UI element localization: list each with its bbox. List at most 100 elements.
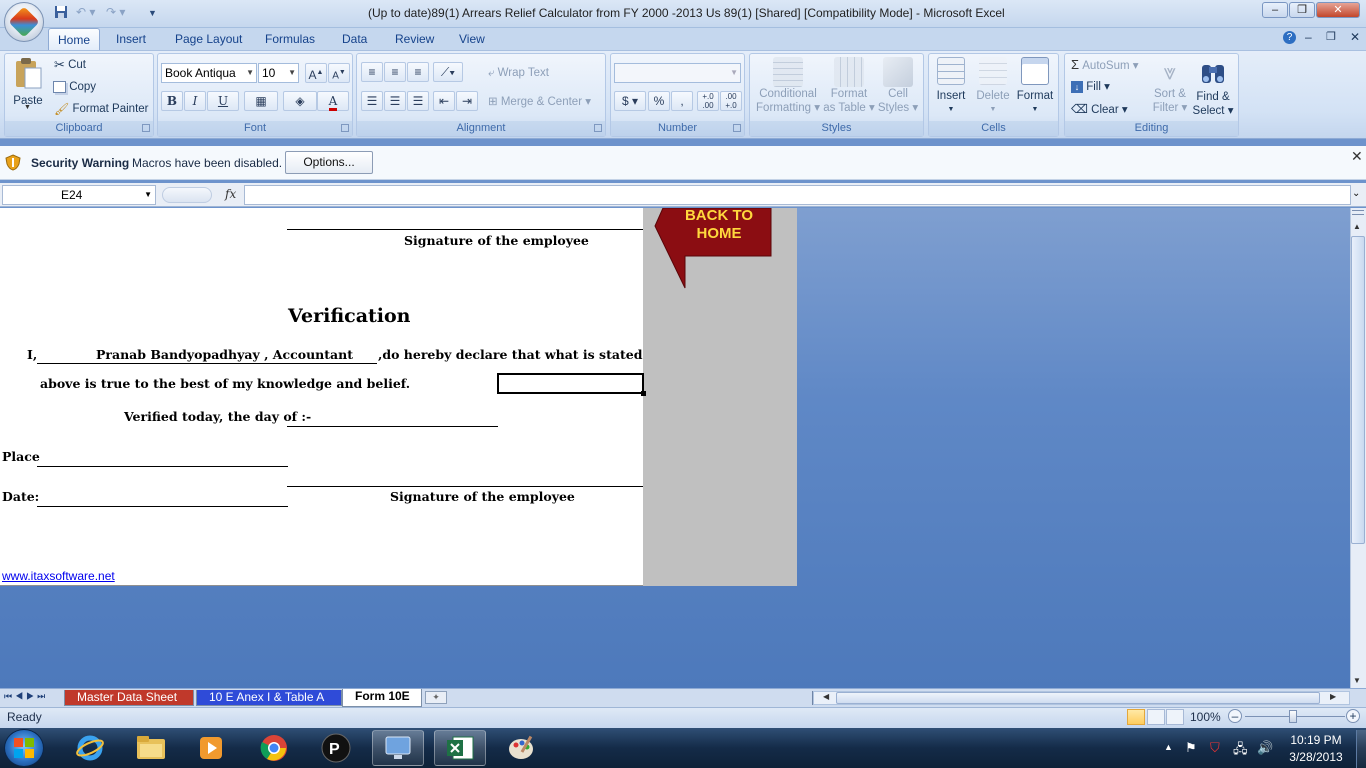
find-select-button[interactable]: Find & Select ▾ <box>1192 57 1234 118</box>
volume-icon[interactable]: 🔊 <box>1257 740 1273 756</box>
format-as-table-button[interactable]: Format as Table ▾ <box>823 57 875 115</box>
insert-cells-button[interactable]: Insert ▼ <box>932 57 970 117</box>
scroll-left-icon[interactable]: ◀ <box>823 692 829 701</box>
chevron-down-icon[interactable]: ▼ <box>144 186 152 204</box>
sheet-tab-form-10e[interactable]: Form 10E <box>342 689 422 707</box>
tab-view[interactable]: View <box>450 28 494 50</box>
vertical-scroll-thumb[interactable] <box>1351 236 1365 544</box>
wrap-text-button[interactable]: ⤶ Wrap Text <box>488 66 549 80</box>
conditional-formatting-button[interactable]: Conditional Formatting ▾ <box>754 57 822 115</box>
prev-sheet-icon[interactable]: ◀ <box>15 691 26 701</box>
redo-icon[interactable]: ↷ ▾ <box>106 5 125 21</box>
number-launcher-icon[interactable]: . <box>733 124 741 132</box>
taskbar-p3g-app[interactable]: P <box>310 730 362 766</box>
zoom-level[interactable]: 100% <box>1190 710 1221 724</box>
help-icon[interactable]: ? <box>1283 31 1296 44</box>
ribbon-close-icon[interactable]: ✕ <box>1350 30 1360 44</box>
insert-function-icon[interactable]: fx <box>225 187 236 201</box>
orientation-button[interactable]: ⟋▾ <box>433 62 463 82</box>
number-format-select[interactable]: ▼ <box>614 63 741 83</box>
security-alert-icon[interactable]: ⛉ <box>1210 740 1220 756</box>
align-bottom-button[interactable]: ≡ <box>407 62 429 82</box>
format-cells-button[interactable]: Format ▼ <box>1014 57 1056 117</box>
split-box-icon[interactable] <box>1352 210 1364 215</box>
taskbar-internet-explorer[interactable] <box>64 730 116 766</box>
align-right-button[interactable]: ☰ <box>407 91 429 111</box>
last-sheet-icon[interactable]: ⏭ <box>37 691 48 701</box>
sheet-tab-master-data[interactable]: Master Data Sheet <box>64 690 194 706</box>
sort-filter-button[interactable]: ⩔ Sort & Filter ▾ <box>1150 57 1190 115</box>
align-left-button[interactable]: ☰ <box>361 91 383 111</box>
sheet-nav-arrows[interactable]: ⏮◀▶⏭ <box>4 691 48 702</box>
page-break-view-icon[interactable] <box>1166 709 1184 725</box>
scroll-up-icon[interactable]: ▲ <box>1353 222 1361 231</box>
fill-color-button[interactable]: ◈ <box>283 91 317 111</box>
tab-insert[interactable]: Insert <box>107 28 155 50</box>
font-launcher-icon[interactable]: . <box>341 124 349 132</box>
delete-cells-button[interactable]: Delete ▼ <box>974 57 1012 117</box>
taskbar-chrome[interactable] <box>248 730 300 766</box>
options-button[interactable]: Options... <box>285 151 373 174</box>
borders-button[interactable]: ▦ <box>244 91 278 111</box>
underline-button[interactable]: U <box>207 91 239 111</box>
selected-cell-e24[interactable] <box>497 373 646 396</box>
action-center-flag-icon[interactable]: ⚑ <box>1185 740 1197 756</box>
clipboard-launcher-icon[interactable]: . <box>142 124 150 132</box>
paste-dropdown-icon[interactable]: ▼ <box>24 104 31 111</box>
font-name-select[interactable]: Book Antiqua ▼ <box>161 63 257 83</box>
ribbon-restore-icon[interactable]: ❐ <box>1326 30 1336 43</box>
office-button[interactable] <box>4 2 44 42</box>
expand-formula-bar-icon[interactable]: ⌄ <box>1352 188 1360 199</box>
merge-center-button[interactable]: ⊞ Merge & Center ▾ <box>488 95 591 109</box>
taskbar-excel[interactable] <box>434 730 486 766</box>
start-button[interactable] <box>4 729 44 767</box>
grow-font-button[interactable]: A▲ <box>305 63 327 83</box>
font-color-button[interactable]: A <box>317 91 349 111</box>
align-middle-button[interactable]: ≡ <box>384 62 406 82</box>
sheet-tab-10e-anex[interactable]: 10 E Anex I & Table A <box>196 690 342 706</box>
undo-icon[interactable]: ↶ ▾ <box>76 5 95 21</box>
bold-button[interactable]: B <box>161 91 183 111</box>
font-size-select[interactable]: 10 ▼ <box>258 63 299 83</box>
customize-qat-icon[interactable]: ▼ <box>148 8 157 24</box>
increase-decimal-button[interactable]: +.0 .00 <box>697 91 719 111</box>
fill-button[interactable]: ↓ Fill ▾ <box>1071 80 1110 94</box>
comma-button[interactable]: , <box>671 91 693 111</box>
show-desktop-button[interactable] <box>1356 730 1366 768</box>
save-icon[interactable] <box>54 5 68 21</box>
tab-formulas[interactable]: Formulas <box>256 28 324 50</box>
minimize-button[interactable]: – <box>1262 2 1288 18</box>
close-window-button[interactable]: ✕ <box>1316 2 1360 18</box>
show-hidden-icons[interactable]: ▲ <box>1164 742 1173 752</box>
taskbar-media-player[interactable] <box>185 730 237 766</box>
formula-input[interactable] <box>244 185 1351 205</box>
italic-button[interactable]: I <box>184 91 206 111</box>
page-layout-view-icon[interactable] <box>1147 709 1165 725</box>
align-top-button[interactable]: ≡ <box>361 62 383 82</box>
tab-data[interactable]: Data <box>333 28 376 50</box>
autosum-button[interactable]: Σ AutoSum ▾ <box>1071 58 1139 73</box>
zoom-in-icon[interactable]: + <box>1346 709 1360 723</box>
taskbar-file-explorer[interactable] <box>125 730 177 766</box>
tab-page-layout[interactable]: Page Layout <box>166 28 251 50</box>
normal-view-icon[interactable] <box>1127 709 1145 725</box>
network-icon[interactable]: 🖧 <box>1233 740 1248 762</box>
name-box[interactable]: E24 ▼ <box>2 185 156 205</box>
zoom-slider-thumb[interactable] <box>1289 710 1297 723</box>
first-sheet-icon[interactable]: ⏮ <box>4 691 15 701</box>
tab-review[interactable]: Review <box>386 28 443 50</box>
format-painter-button[interactable]: 🖌 Format Painter <box>54 102 149 116</box>
alignment-launcher-icon[interactable]: . <box>594 124 602 132</box>
back-to-home-label[interactable]: BACK TO HOME <box>676 207 762 243</box>
ribbon-minimize-icon[interactable]: – <box>1305 30 1312 44</box>
currency-button[interactable]: $ ▾ <box>614 91 646 111</box>
horizontal-scroll-thumb[interactable] <box>836 692 1320 704</box>
percent-button[interactable]: % <box>648 91 670 111</box>
cut-button[interactable]: ✂ Cut <box>54 58 86 72</box>
decrease-indent-button[interactable]: ⇤ <box>433 91 455 111</box>
increase-indent-button[interactable]: ⇥ <box>456 91 478 111</box>
close-security-bar-icon[interactable]: ✕ <box>1351 148 1363 165</box>
scroll-right-icon[interactable]: ▶ <box>1330 692 1336 701</box>
scroll-down-icon[interactable]: ▼ <box>1353 676 1361 685</box>
maximize-button[interactable]: ❐ <box>1289 2 1315 18</box>
